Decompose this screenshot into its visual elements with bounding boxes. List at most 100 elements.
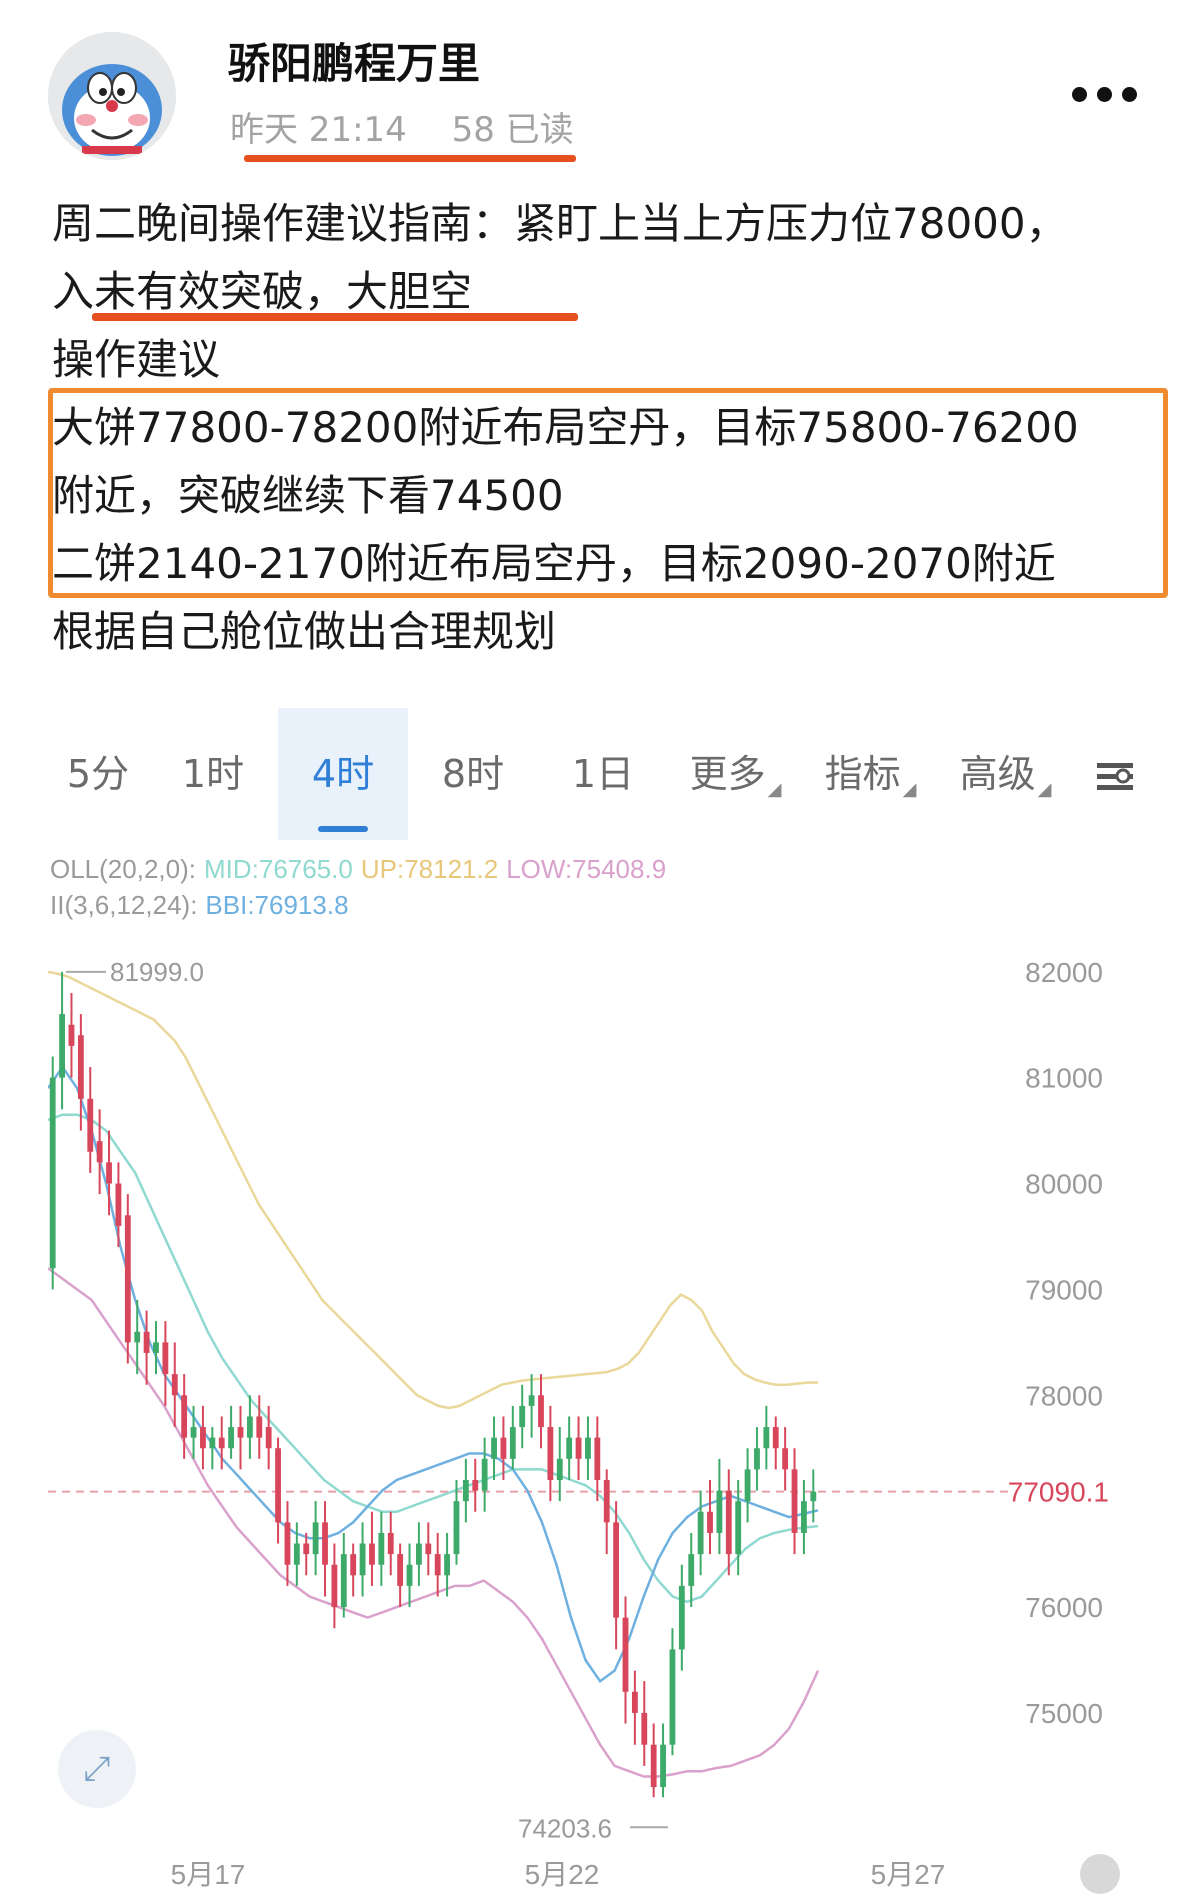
boll-low: LOW:75408.9 [506, 854, 666, 884]
candle-body [472, 1480, 479, 1491]
candle-body [134, 1331, 141, 1343]
x-tick-label: 5月22 [525, 1859, 600, 1890]
candle-body [106, 1162, 112, 1184]
x-tick-label: 5月27 [871, 1859, 946, 1890]
candle-body [688, 1554, 695, 1586]
candle-body [585, 1437, 591, 1459]
candle-body [153, 1342, 159, 1353]
candle-body [369, 1543, 375, 1565]
candle-body [378, 1532, 385, 1565]
candle-body [181, 1395, 188, 1438]
post-line: 周二晚间操作建议指南：紧盯上当上方压力位78000， [52, 199, 1068, 248]
high-annotation: 81999.0 [110, 957, 204, 987]
more-dot-icon [1097, 86, 1112, 102]
caret-icon: ◢ [902, 779, 917, 800]
candle-body [547, 1427, 554, 1480]
doraemon-avatar-icon [48, 32, 176, 160]
series-line-bbi [48, 1064, 819, 1683]
candle-body [631, 1691, 638, 1713]
candle-body [350, 1554, 357, 1576]
candle-body [171, 1374, 178, 1396]
candle-body [303, 1543, 310, 1555]
post-header: 骄阳鹏程万里 昨天 21:14 58 已读 [0, 0, 1200, 175]
caret-icon: ◢ [1037, 779, 1052, 800]
candle-body [77, 1035, 84, 1099]
avatar[interactable] [48, 32, 176, 160]
candle-body [68, 1024, 75, 1046]
tab-advanced[interactable]: 高级 ◢ [938, 708, 1073, 840]
post-line: 根据自己舱位做出合理规划 [52, 607, 557, 656]
tab-5m[interactable]: 5分 [48, 708, 148, 840]
more-options-button[interactable] [1072, 74, 1148, 114]
candle-body [246, 1416, 253, 1438]
read-count: 58 已读 [451, 110, 574, 150]
tab-indicators[interactable]: 指标 ◢ [803, 708, 938, 840]
candle-body [763, 1427, 770, 1449]
candle-body [406, 1564, 413, 1586]
low-annotation: 74203.6 [518, 1813, 612, 1843]
chart-corner-icon[interactable] [1080, 1854, 1120, 1894]
candle-body [115, 1183, 122, 1226]
y-tick-label: 82000 [1025, 957, 1103, 988]
candle-body [434, 1554, 441, 1576]
candle-body [575, 1437, 582, 1459]
tab-4h[interactable]: 4时 [278, 708, 408, 840]
bbi-prefix: II(3,6,12,24): [50, 890, 197, 920]
post-line: 操作建议 [52, 335, 221, 384]
svg-text:II(3,6,12,24):BBI:76913.8: II(3,6,12,24): BBI:76913.8 [50, 890, 349, 920]
candle-body [124, 1215, 131, 1343]
candle-body [538, 1395, 544, 1428]
candle-body [772, 1427, 779, 1449]
kline-chart[interactable]: OLL(20,2,0): MID:76765.0 UP:78121.2 LOW:754… [48, 840, 1152, 1900]
more-dot-icon [1122, 86, 1137, 102]
chart-settings-button[interactable] [1078, 708, 1152, 840]
candle-body [284, 1522, 291, 1565]
y-tick-label: 78000 [1025, 1380, 1103, 1411]
candle-body [801, 1501, 807, 1533]
post-time: 昨天 21:14 [230, 110, 407, 150]
highlight-underline [92, 313, 578, 321]
tab-1d[interactable]: 1日 [538, 708, 668, 840]
y-tick-label: 79000 [1025, 1274, 1103, 1305]
author-name[interactable]: 骄阳鹏程万里 [228, 30, 480, 91]
candle-body [641, 1712, 648, 1745]
candle-body [322, 1522, 328, 1565]
candle-body [481, 1458, 488, 1491]
tab-1h[interactable]: 1时 [148, 708, 278, 840]
candle-body [200, 1427, 206, 1449]
x-tick-label: 5月17 [171, 1859, 246, 1890]
tab-more[interactable]: 更多 ◢ [668, 708, 803, 840]
candle-body [528, 1395, 535, 1406]
candle-body [162, 1342, 169, 1375]
expand-icon[interactable]: ⤢ [58, 1730, 136, 1808]
caret-icon: ◢ [767, 779, 782, 800]
candle-body [143, 1331, 150, 1353]
candle-body [237, 1427, 244, 1438]
tab-8h[interactable]: 8时 [408, 708, 538, 840]
candle-body [59, 1014, 65, 1078]
boll-prefix: OLL(20,2,0): [50, 854, 196, 884]
candle-body [735, 1501, 742, 1555]
candle-body [444, 1554, 450, 1576]
candle-body [594, 1437, 601, 1480]
candle-body [491, 1437, 497, 1459]
candle-body [190, 1427, 197, 1438]
y-tick-label: 76000 [1025, 1592, 1103, 1623]
candle-body [462, 1480, 469, 1502]
candle-body [87, 1098, 94, 1152]
y-tick-label: 75000 [1025, 1698, 1103, 1729]
timeframe-tabs: 5分 1时 4时 8时 1日 更多 ◢ 指标 ◢ 高级 ◢ [48, 708, 1152, 840]
candle-body [782, 1448, 789, 1470]
bbi-value: BBI:76913.8 [205, 890, 348, 920]
candle-body [744, 1469, 751, 1502]
candle-body [500, 1437, 507, 1459]
post-meta: 昨天 21:14 58 已读 [230, 102, 608, 151]
highlight-box [48, 388, 1168, 598]
candle-body [275, 1448, 281, 1523]
candle-body [613, 1522, 620, 1618]
candle-body [791, 1469, 798, 1533]
y-tick-label: 81000 [1025, 1063, 1103, 1094]
candle-body [96, 1141, 103, 1163]
candle-body [669, 1649, 676, 1745]
candle-body [566, 1437, 573, 1459]
